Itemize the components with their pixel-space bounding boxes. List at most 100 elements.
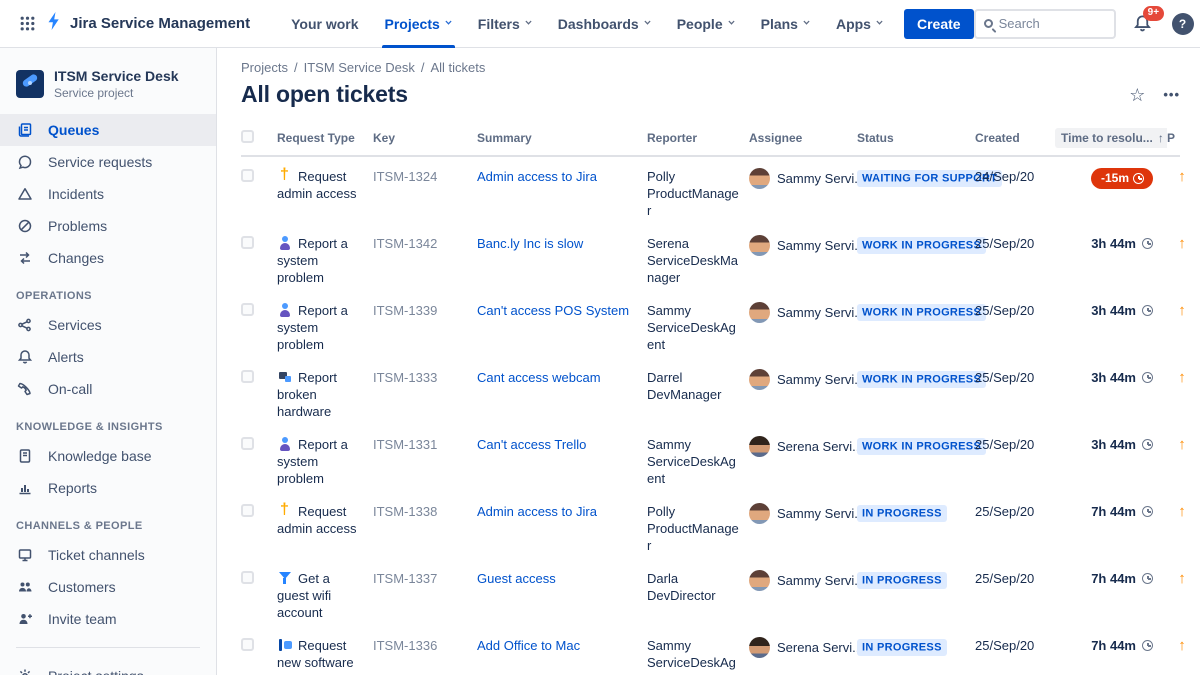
col-request-type[interactable]: Request Type <box>277 131 373 145</box>
sidebar-item-customers[interactable]: Customers <box>0 571 216 603</box>
col-summary[interactable]: Summary <box>477 131 647 145</box>
queues-icon <box>16 121 34 139</box>
sidebar-item-services[interactable]: Services <box>0 309 216 341</box>
star-favorite-icon[interactable]: ☆ <box>1129 86 1145 104</box>
summary-link[interactable]: Cant access webcam <box>477 370 601 385</box>
assignee-cell[interactable]: Sammy Servi... <box>749 224 857 261</box>
assignee-cell[interactable]: Sammy Servi... <box>749 358 857 395</box>
bar-chart-icon <box>16 479 34 497</box>
breadcrumb-project[interactable]: ITSM Service Desk <box>304 60 415 75</box>
table-row[interactable]: Request new software ITSM-1336 Add Offic… <box>241 626 1186 675</box>
col-key[interactable]: Key <box>373 131 477 145</box>
sidebar-item-on-call[interactable]: On-call <box>0 373 216 405</box>
table-row[interactable]: Request admin access ITSM-1338 Admin acc… <box>241 492 1186 559</box>
notifications-bell-icon[interactable]: 9+ <box>1130 5 1164 37</box>
request-type-icon <box>277 501 293 519</box>
assignee-name: Serena Servi... <box>777 439 857 454</box>
col-assignee[interactable]: Assignee <box>749 131 857 145</box>
sidebar-item-incidents[interactable]: Incidents <box>0 178 216 210</box>
sidebar-item-label: Knowledge base <box>48 447 152 464</box>
status-badge: WORK IN PROGRESS <box>857 437 987 455</box>
row-checkbox[interactable] <box>241 236 254 249</box>
select-all-checkbox[interactable] <box>241 130 254 143</box>
col-priority[interactable]: P <box>1167 131 1197 145</box>
assignee-cell[interactable]: Sammy Servi... <box>749 291 857 328</box>
nav-dashboards[interactable]: Dashboards <box>545 0 664 48</box>
table-row[interactable]: Report a system problem ITSM-1342 Banc.l… <box>241 224 1186 291</box>
sidebar-item-invite-team[interactable]: Invite team <box>0 603 216 635</box>
table-row[interactable]: Report broken hardware ITSM-1333 Cant ac… <box>241 358 1186 425</box>
col-status[interactable]: Status <box>857 131 975 145</box>
search-box[interactable] <box>973 8 1116 39</box>
sidebar-item-service-requests[interactable]: Service requests <box>0 146 216 178</box>
breadcrumb-queue[interactable]: All tickets <box>430 60 485 75</box>
clock-icon <box>1142 372 1153 383</box>
table-body: Request admin access ITSM-1324 Admin acc… <box>241 157 1186 675</box>
project-header[interactable]: ITSM Service Desk Service project <box>0 62 216 114</box>
row-checkbox[interactable] <box>241 504 254 517</box>
assignee-cell[interactable]: Sammy Servi... <box>749 157 857 194</box>
help-icon[interactable]: ? <box>1170 11 1196 37</box>
summary-link[interactable]: Add Office to Mac <box>477 638 580 653</box>
summary-link[interactable]: Admin access to Jira <box>477 169 597 184</box>
nav-apps[interactable]: Apps <box>823 0 896 48</box>
sidebar-item-changes[interactable]: Changes <box>0 242 216 274</box>
row-checkbox[interactable] <box>241 370 254 383</box>
nav-people[interactable]: People <box>664 0 748 48</box>
assignee-cell[interactable]: Sammy Servi... <box>749 492 857 529</box>
status-badge: IN PROGRESS <box>857 571 947 589</box>
summary-link[interactable]: Guest access <box>477 571 556 586</box>
table-row[interactable]: Get a guest wifi account ITSM-1337 Guest… <box>241 559 1186 626</box>
row-checkbox[interactable] <box>241 571 254 584</box>
issue-key: ITSM-1324 <box>373 169 438 184</box>
row-checkbox[interactable] <box>241 303 254 316</box>
table-row[interactable]: Request admin access ITSM-1324 Admin acc… <box>241 157 1186 224</box>
search-icon <box>983 19 993 28</box>
reporter-name: Sammy ServiceDeskAgent <box>647 638 736 675</box>
col-reporter[interactable]: Reporter <box>647 131 749 145</box>
summary-link[interactable]: Can't access Trello <box>477 437 586 452</box>
app-title[interactable]: Jira Service Management <box>70 15 250 32</box>
nav-projects[interactable]: Projects <box>372 0 465 48</box>
search-input[interactable] <box>998 16 1106 31</box>
col-created[interactable]: Created <box>975 131 1055 145</box>
sidebar-item-reports[interactable]: Reports <box>0 472 216 504</box>
nav-filters[interactable]: Filters <box>465 0 545 48</box>
row-checkbox[interactable] <box>241 638 254 651</box>
sidebar-item-label: On-call <box>48 380 93 397</box>
priority-arrow-icon: ↑ <box>1178 369 1186 386</box>
table-row[interactable]: Report a system problem ITSM-1331 Can't … <box>241 425 1186 492</box>
assignee-cell[interactable]: Serena Servi... <box>749 626 857 663</box>
sidebar-item-queues[interactable]: Queues <box>0 113 216 146</box>
row-checkbox[interactable] <box>241 169 254 182</box>
sidebar-item-knowledge-base[interactable]: Knowledge base <box>0 440 216 472</box>
more-actions-icon[interactable]: ••• <box>1163 88 1180 101</box>
clock-icon <box>1142 573 1153 584</box>
chevron-down-icon <box>445 18 452 25</box>
sidebar-item-alerts[interactable]: Alerts <box>0 341 216 373</box>
summary-link[interactable]: Can't access POS System <box>477 303 629 318</box>
row-checkbox[interactable] <box>241 437 254 450</box>
sidebar-item-ticket-channels[interactable]: Ticket channels <box>0 539 216 571</box>
nav-your-work[interactable]: Your work <box>278 0 371 48</box>
app-switcher-icon[interactable] <box>14 11 40 37</box>
services-nodes-icon <box>16 316 34 334</box>
summary-link[interactable]: Banc.ly Inc is slow <box>477 236 583 251</box>
issue-key: ITSM-1337 <box>373 571 438 586</box>
issue-key: ITSM-1338 <box>373 504 438 519</box>
assignee-cell[interactable]: Sammy Servi... <box>749 559 857 596</box>
book-icon <box>16 447 34 465</box>
nav-plans[interactable]: Plans <box>748 0 823 48</box>
summary-link[interactable]: Admin access to Jira <box>477 504 597 519</box>
breadcrumb: Projects / ITSM Service Desk / All ticke… <box>241 60 1180 75</box>
primary-nav: Your work Projects Filters Dashboards Pe… <box>278 0 896 48</box>
table-row[interactable]: Report a system problem ITSM-1339 Can't … <box>241 291 1186 358</box>
sidebar-item-project-settings[interactable]: Project settings <box>0 660 216 675</box>
create-button[interactable]: Create <box>903 8 974 39</box>
assignee-cell[interactable]: Serena Servi... <box>749 425 857 462</box>
col-time-to-resolution[interactable]: Time to resolu... ↑ <box>1055 128 1167 148</box>
breadcrumb-projects[interactable]: Projects <box>241 60 288 75</box>
person-plus-icon <box>16 610 34 628</box>
sidebar-item-problems[interactable]: Problems <box>0 210 216 242</box>
sidebar-item-label: Changes <box>48 249 105 266</box>
